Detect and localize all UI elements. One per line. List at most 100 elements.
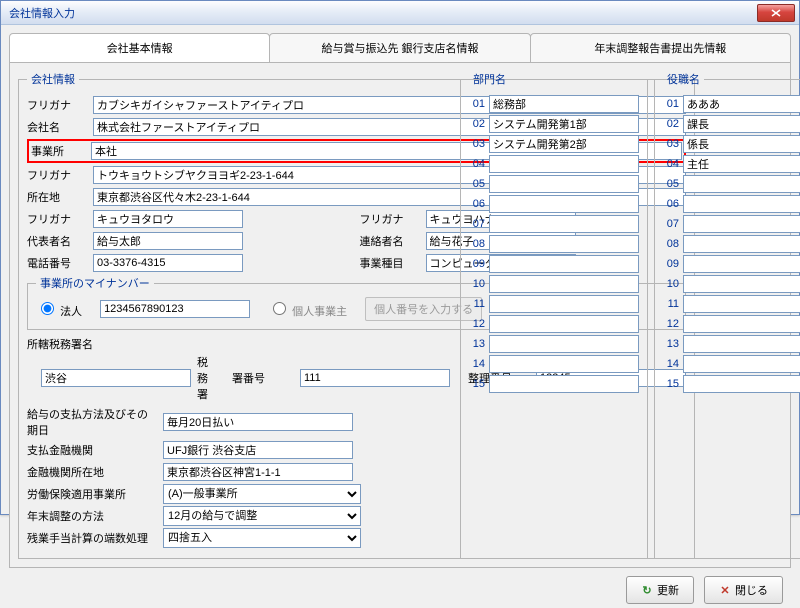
department-row: 01 [469, 95, 639, 113]
position-input[interactable] [683, 295, 800, 313]
position-row-number: 13 [663, 338, 679, 350]
department-input[interactable] [489, 275, 639, 293]
close-button[interactable]: ✕閉じる [704, 576, 783, 604]
tab-nencho-report[interactable]: 年末調整報告書提出先情報 [530, 33, 791, 63]
position-input[interactable] [683, 155, 800, 173]
position-input[interactable] [683, 375, 800, 393]
department-input[interactable] [489, 115, 639, 133]
label-office: 事業所 [31, 143, 85, 159]
department-row-number: 14 [469, 358, 485, 370]
position-group: 役職名 010203040506070809101112131415 [654, 71, 800, 559]
position-row-number: 08 [663, 238, 679, 250]
position-input[interactable] [683, 315, 800, 333]
label-bank: 支払金融機関 [27, 442, 157, 458]
label-biz-type: 事業種目 [360, 255, 420, 271]
department-row: 07 [469, 215, 639, 233]
tab-company-basic[interactable]: 会社基本情報 [9, 33, 270, 63]
window-close-button[interactable] [757, 4, 795, 22]
position-input[interactable] [683, 255, 800, 273]
department-row-number: 10 [469, 278, 485, 290]
position-row: 04 [663, 155, 800, 173]
position-row: 15 [663, 375, 800, 393]
department-input[interactable] [489, 215, 639, 233]
radio-indiv[interactable] [273, 302, 286, 315]
label-labor-office: 労働保険適用事業所 [27, 486, 157, 502]
bank-input[interactable] [163, 441, 353, 459]
department-input[interactable] [489, 195, 639, 213]
bank-addr-input[interactable] [163, 463, 353, 481]
position-row-number: 02 [663, 118, 679, 130]
position-input[interactable] [683, 195, 800, 213]
department-row: 03 [469, 135, 639, 153]
department-row-number: 08 [469, 238, 485, 250]
department-input[interactable] [489, 95, 639, 113]
department-row: 09 [469, 255, 639, 273]
position-row: 02 [663, 115, 800, 133]
radio-corp[interactable] [41, 302, 54, 315]
position-input[interactable] [683, 275, 800, 293]
nencho-select[interactable]: 12月の給与で調整 [163, 506, 361, 526]
position-row-number: 03 [663, 138, 679, 150]
position-row: 07 [663, 215, 800, 233]
department-input[interactable] [489, 175, 639, 193]
position-input[interactable] [683, 95, 800, 113]
radio-indiv-label[interactable]: 個人事業主 [268, 299, 347, 319]
tax-office-input[interactable] [41, 369, 191, 387]
position-input[interactable] [683, 355, 800, 373]
labor-office-select[interactable]: (A)一般事業所 [163, 484, 361, 504]
department-input[interactable] [489, 315, 639, 333]
department-row-number: 02 [469, 118, 485, 130]
title-bar: 会社情報入力 [1, 1, 799, 25]
label-contact: 連絡者名 [360, 233, 420, 249]
update-button[interactable]: ↻更新 [626, 576, 694, 604]
position-input[interactable] [683, 175, 800, 193]
tab-bar: 会社基本情報 給与賞与振込先 銀行支店名情報 年末調整報告書提出先情報 [9, 33, 791, 63]
position-row-number: 07 [663, 218, 679, 230]
rounding-select[interactable]: 四捨五入 [163, 528, 361, 548]
department-row: 11 [469, 295, 639, 313]
label-rounding: 残業手当計算の端数処理 [27, 530, 157, 546]
department-row-number: 05 [469, 178, 485, 190]
action-bar: ↻更新 ✕閉じる [9, 568, 791, 608]
department-input[interactable] [489, 135, 639, 153]
department-row: 10 [469, 275, 639, 293]
position-row-number: 12 [663, 318, 679, 330]
rep-input[interactable] [93, 232, 243, 250]
department-input[interactable] [489, 355, 639, 373]
department-legend: 部門名 [469, 71, 510, 87]
label-company-name: 会社名 [27, 119, 87, 135]
department-input[interactable] [489, 335, 639, 353]
radio-corp-label[interactable]: 法人 [36, 299, 82, 319]
position-legend: 役職名 [663, 71, 704, 87]
office-no-input[interactable] [300, 369, 450, 387]
close-icon: ✕ [719, 584, 731, 596]
label-office-no: 署番号 [232, 370, 282, 386]
position-input[interactable] [683, 115, 800, 133]
label-bank-addr: 金融機関所在地 [27, 464, 157, 480]
department-input[interactable] [489, 375, 639, 393]
position-input[interactable] [683, 215, 800, 233]
department-row-number: 04 [469, 158, 485, 170]
position-input[interactable] [683, 335, 800, 353]
position-row-number: 09 [663, 258, 679, 270]
position-row: 10 [663, 275, 800, 293]
department-row: 02 [469, 115, 639, 133]
department-input[interactable] [489, 235, 639, 253]
department-row-number: 11 [469, 298, 485, 310]
position-input[interactable] [683, 135, 800, 153]
department-row-number: 15 [469, 378, 485, 390]
rep-kana-input[interactable] [93, 210, 243, 228]
label-pay-method: 給与の支払方法及びその期日 [27, 406, 157, 438]
position-row: 06 [663, 195, 800, 213]
pay-method-input[interactable] [163, 413, 353, 431]
department-input[interactable] [489, 295, 639, 313]
department-input[interactable] [489, 155, 639, 173]
position-input[interactable] [683, 235, 800, 253]
refresh-icon: ↻ [641, 584, 653, 596]
department-input[interactable] [489, 255, 639, 273]
window-title: 会社情報入力 [5, 5, 757, 21]
mynumber-input[interactable] [100, 300, 250, 318]
department-row-number: 06 [469, 198, 485, 210]
tab-bank-info[interactable]: 給与賞与振込先 銀行支店名情報 [269, 33, 530, 63]
phone-input[interactable] [93, 254, 243, 272]
